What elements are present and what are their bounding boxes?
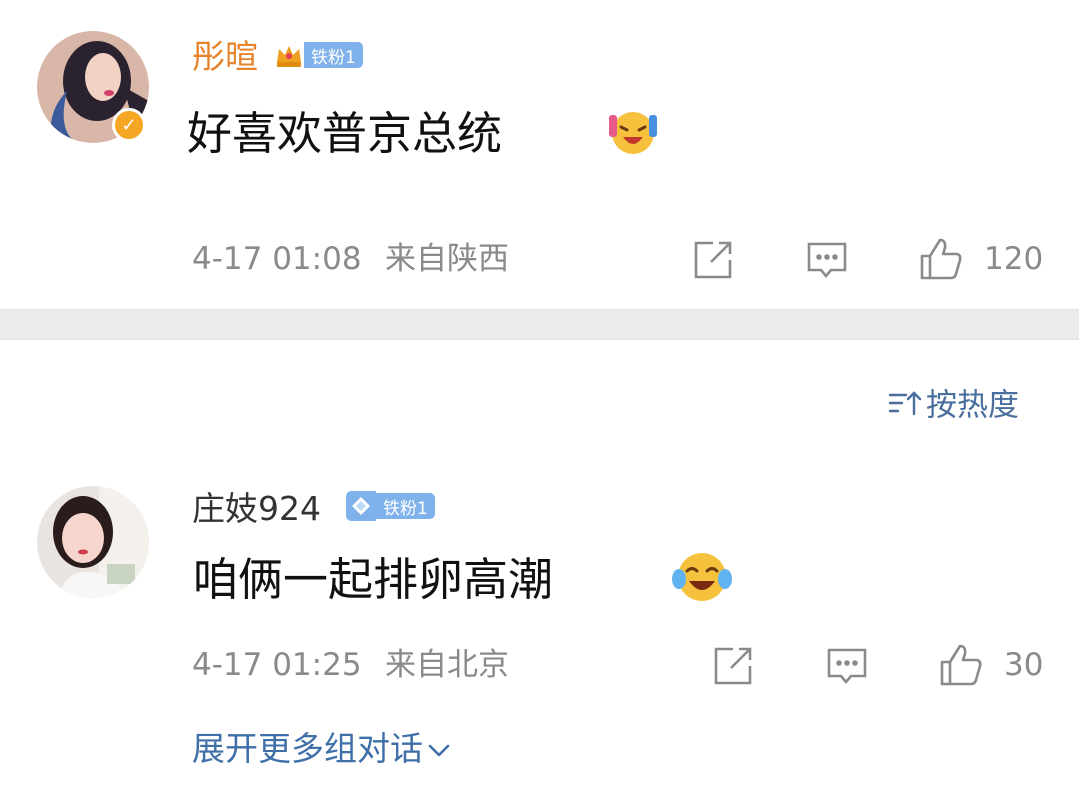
verified-badge-icon: ✓ — [112, 108, 146, 142]
laughing-tears-emoji-icon — [671, 549, 733, 609]
like-icon[interactable] — [918, 236, 962, 280]
comment-icon[interactable] — [825, 644, 869, 688]
avatar[interactable] — [37, 486, 149, 598]
like-icon[interactable] — [938, 642, 982, 686]
diamond-icon — [346, 491, 376, 521]
sort-label: 按热度 — [926, 387, 1019, 424]
comment-text: 咱俩一起排卵高潮 — [193, 553, 554, 606]
sort-by-hot-button[interactable]: 按热度 — [888, 388, 1019, 424]
chevron-down-icon — [427, 732, 451, 765]
fan-badge[interactable]: 铁粉1 — [274, 40, 363, 70]
like-count: 30 — [1004, 647, 1044, 683]
share-icon[interactable] — [711, 644, 755, 688]
excited-face-emoji-icon — [607, 107, 659, 161]
like-count: 120 — [984, 241, 1044, 277]
sort-icon — [888, 388, 922, 424]
expand-conversations-link[interactable]: 展开更多组对话 — [192, 730, 451, 765]
comment-date: 4-17 01:08 — [192, 241, 362, 277]
comment-date: 4-17 01:25 — [192, 647, 362, 683]
section-divider — [0, 309, 1079, 340]
fan-badge-label: 铁粉1 — [304, 42, 363, 68]
crown-icon — [274, 40, 304, 70]
comment-username[interactable]: 彤暄 — [192, 40, 258, 73]
fan-badge-label: 铁粉1 — [376, 493, 435, 519]
comment-icon[interactable] — [805, 238, 849, 282]
comment-location: 来自陕西 — [385, 241, 509, 277]
comment-username[interactable]: 庄妓924 — [192, 492, 321, 525]
fan-badge[interactable]: 铁粉1 — [346, 491, 435, 521]
comment-text: 好喜欢普京总统 — [187, 107, 503, 160]
share-icon[interactable] — [691, 238, 735, 282]
comment-location: 来自北京 — [385, 647, 509, 683]
expand-label: 展开更多组对话 — [192, 729, 423, 768]
